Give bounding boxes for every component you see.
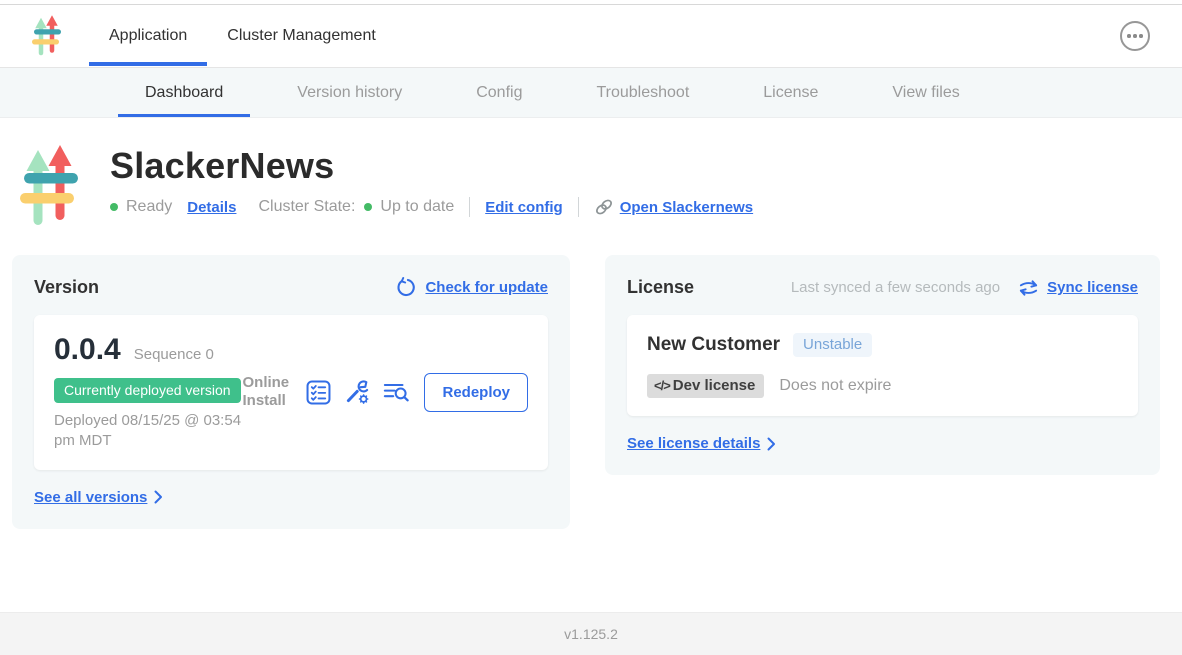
version-card: Version Check for update 0.0.4 Sequence … [12,255,570,529]
sync-icon [1018,279,1039,297]
cluster-state-text: Up to date [380,198,454,216]
tab-version-history[interactable]: Version history [270,68,429,117]
slackernews-logo-icon [20,145,78,228]
tab-view-files[interactable]: View files [865,68,986,117]
link-chain-icon [594,197,614,217]
refresh-icon [396,277,417,298]
app-logo-icon [32,15,61,57]
app-subnav: Dashboard Version history Config Trouble… [0,68,1182,118]
version-card-header: Version Check for update [34,277,548,298]
app-status-text: Ready [126,198,172,216]
divider [578,197,579,217]
see-license-details-label: See license details [627,435,760,452]
version-number: 0.0.4 [54,333,121,367]
deploy-logs-icon[interactable] [383,379,409,405]
license-card-header: License Last synced a few seconds ago Sy… [627,277,1138,298]
deployed-status-badge: Currently deployed version [54,378,241,403]
open-app-group: Open Slackernews [594,197,753,217]
details-link[interactable]: Details [187,199,236,216]
current-version-panel: 0.0.4 Sequence 0 Currently deployed vers… [34,315,548,470]
tab-application[interactable]: Application [89,5,207,67]
app-header: SlackerNews Ready Details Cluster State:… [0,118,1182,255]
see-license-details-link[interactable]: See license details [627,435,776,452]
cluster-state-dot [364,203,372,211]
chevron-right-icon [767,437,776,451]
preflight-checks-icon[interactable] [305,379,331,405]
license-type-label: Dev license [673,377,756,394]
console-footer: v1.125.2 [0,612,1182,655]
see-all-versions-label: See all versions [34,489,147,506]
channel-badge: Unstable [793,333,872,357]
license-card: License Last synced a few seconds ago Sy… [605,255,1160,475]
install-type-label: Online Install [242,374,292,412]
last-synced-text: Last synced a few seconds ago [791,279,1000,296]
more-menu-icon[interactable] [1120,21,1150,51]
tab-troubleshoot[interactable]: Troubleshoot [569,68,716,117]
app-status-dot [110,203,118,211]
tab-config[interactable]: Config [449,68,549,117]
navbar-right [1120,21,1150,51]
console-version: v1.125.2 [564,626,618,642]
license-expiry: Does not expire [779,377,891,395]
check-for-update-link[interactable]: Check for update [425,279,548,296]
redeploy-button[interactable]: Redeploy [424,373,528,412]
tab-license[interactable]: License [736,68,845,117]
deployed-timestamp: Deployed 08/15/25 @ 03:54 pm MDT [54,411,242,452]
admin-console-page: Application Cluster Management Dashboard… [0,0,1182,655]
app-status-row: Ready Details Cluster State: Up to date … [110,197,753,217]
code-icon: </> [654,378,670,393]
page-title: SlackerNews [110,145,753,187]
tab-cluster-management[interactable]: Cluster Management [207,5,396,67]
version-card-title: Version [34,277,99,298]
version-sequence: Sequence 0 [134,346,214,363]
license-panel: New Customer Unstable </> Dev license Do… [627,315,1138,416]
version-actions: Online Install [242,373,528,412]
customer-name: New Customer [647,334,780,356]
divider [469,197,470,217]
cluster-state-label: Cluster State: [258,198,355,216]
open-slackernews-link[interactable]: Open Slackernews [620,199,753,216]
license-card-title: License [627,277,694,298]
see-all-versions-link[interactable]: See all versions [34,489,163,506]
top-navbar: Application Cluster Management [0,5,1182,68]
top-nav-tabs: Application Cluster Management [89,5,396,67]
tab-dashboard[interactable]: Dashboard [118,68,250,117]
license-type-tag: </> Dev license [647,374,764,398]
edit-config-icon[interactable] [344,379,370,405]
chevron-right-icon [154,490,163,504]
sync-license-link[interactable]: Sync license [1047,279,1138,296]
dashboard-cards: Version Check for update 0.0.4 Sequence … [0,255,1182,529]
edit-config-link[interactable]: Edit config [485,199,563,216]
